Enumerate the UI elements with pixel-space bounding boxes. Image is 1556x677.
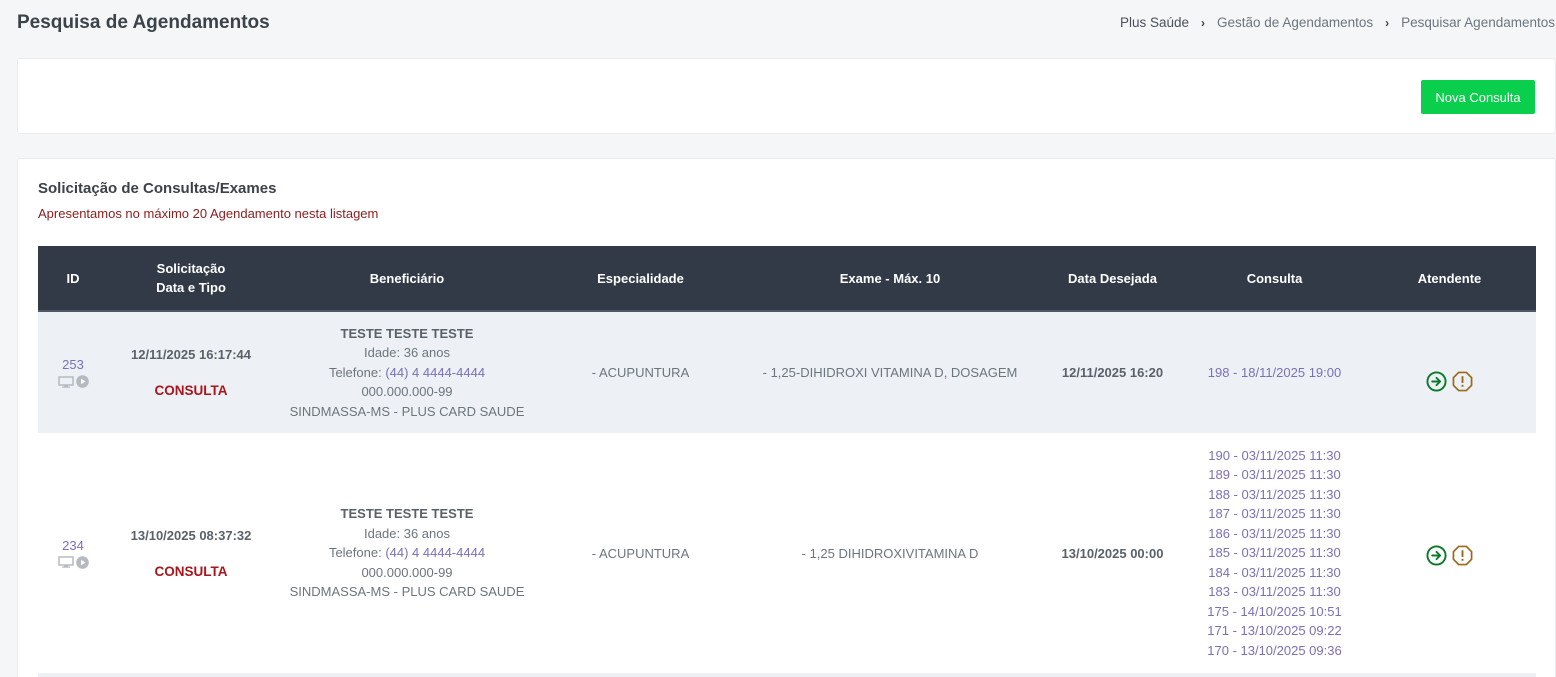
cell-exame: - 1,25 DIHIDROXIVITAMINA D: [801, 545, 979, 561]
results-card: Solicitação de Consultas/Exames Apresent…: [17, 158, 1556, 677]
monitor-icon[interactable]: [57, 375, 74, 388]
section-note: Apresentamos no máximo 20 Agendamento ne…: [38, 206, 379, 221]
chevron-right-icon: ›: [1201, 15, 1206, 30]
header-atendente: Atendente: [1417, 270, 1482, 286]
chevron-right-icon: ›: [1385, 15, 1390, 30]
header-beneficiario: Beneficiário: [369, 270, 445, 286]
cell-beneficiario: TESTE TESTE TESTE Idade: 36 anos Telefon…: [274, 504, 540, 602]
beneficiary-name: TESTE TESTE TESTE: [340, 325, 474, 341]
section-title: Solicitação de Consultas/Exames: [38, 180, 277, 197]
consulta-link[interactable]: 190 - 03/11/2025 11:30: [1208, 446, 1341, 466]
appointment-id-link[interactable]: 253: [38, 357, 108, 372]
request-type: CONSULTA: [154, 563, 228, 579]
consulta-link[interactable]: 189 - 03/11/2025 11:30: [1208, 465, 1341, 485]
consulta-link[interactable]: 186 - 03/11/2025 11:30: [1208, 524, 1341, 544]
consulta-link[interactable]: 187 - 03/11/2025 11:30: [1208, 504, 1341, 524]
id-icons: [38, 375, 108, 388]
beneficiary-document: 000.000.000-99: [361, 384, 453, 400]
new-consultation-button[interactable]: Nova Consulta: [1421, 80, 1535, 114]
request-date: 13/10/2025 08:37:32: [130, 527, 252, 543]
monitor-icon[interactable]: [57, 556, 74, 568]
cell-id: 253: [38, 357, 108, 388]
arrow-right-circle-icon[interactable]: [1426, 544, 1447, 566]
request-date: 12/11/2025 16:17:44: [131, 347, 251, 362]
consulta-link[interactable]: 175 - 14/10/2025 10:51: [1207, 602, 1341, 622]
alert-octagon-icon[interactable]: [1452, 545, 1473, 566]
beneficiary-age: Idade: 36 anos: [363, 345, 451, 361]
header-consulta: Consulta: [1246, 270, 1303, 286]
play-icon[interactable]: [75, 555, 89, 569]
consulta-link[interactable]: 184 - 03/11/2025 11:30: [1208, 563, 1341, 583]
cell-data-desejada: 12/11/2025 16:20: [1061, 365, 1164, 380]
breadcrumb-item-gestao[interactable]: Gestão de Agendamentos: [1217, 15, 1373, 30]
beneficiary-document: 000.000.000-99: [361, 564, 453, 580]
cell-atendente: [1363, 354, 1536, 392]
beneficiary-age: Idade: 36 anos: [363, 525, 451, 541]
cell-especialidade: - ACUPUNTURA: [591, 545, 690, 561]
phone-link[interactable]: (44) 4 4444-4444: [385, 545, 485, 560]
header-data-desejada: Data Desejada: [1068, 270, 1157, 286]
appointment-id-link[interactable]: 234: [38, 538, 108, 553]
header-solicitacao-line2: Data e Tipo: [156, 280, 226, 295]
consulta-list: 198 - 18/11/2025 19:00: [1186, 363, 1363, 383]
consulta-link[interactable]: 171 - 13/10/2025 09:22: [1207, 621, 1341, 641]
toolbar-card: Nova Consulta: [17, 58, 1556, 134]
phone-label: Telefone:: [328, 364, 386, 380]
phone-label: Telefone:: [328, 545, 386, 561]
table-header: ID Solicitação Data e Tipo Beneficiário …: [38, 246, 1536, 312]
consulta-link[interactable]: 183 - 03/11/2025 11:30: [1208, 582, 1341, 602]
request-type: CONSULTA: [154, 383, 228, 398]
arrow-right-circle-icon[interactable]: [1426, 370, 1447, 392]
breadcrumb-item-home[interactable]: Plus Saúde: [1120, 15, 1189, 30]
header-id: ID: [66, 270, 80, 286]
cell-solicitacao: 12/11/2025 16:17:44 CONSULTA: [108, 347, 274, 398]
consulta-link[interactable]: 188 - 03/11/2025 11:30: [1208, 485, 1341, 505]
beneficiary-plan: SINDMASSA-MS - PLUS CARD SAUDE: [289, 584, 525, 600]
cell-consulta: 190 - 03/11/2025 11:30 189 - 03/11/2025 …: [1186, 446, 1363, 661]
cell-consulta: 198 - 18/11/2025 19:00: [1186, 363, 1363, 383]
header-solicitacao-line1: Solicitação: [156, 261, 226, 276]
cell-exame: - 1,25-DIHIDROXI VITAMINA D, DOSAGEM: [762, 365, 1018, 380]
consulta-link[interactable]: 185 - 03/11/2025 11:30: [1208, 543, 1341, 563]
breadcrumb: Plus Saúde › Gestão de Agendamentos › Pe…: [1120, 15, 1555, 30]
cell-especialidade: - ACUPUNTURA: [591, 365, 690, 380]
consulta-list: 190 - 03/11/2025 11:30 189 - 03/11/2025 …: [1186, 446, 1363, 661]
cell-atendente: [1363, 541, 1536, 566]
beneficiary-plan: SINDMASSA-MS - PLUS CARD SAUDE: [289, 403, 525, 419]
beneficiary-phone-line: Telefone: (44) 4 4444-4444: [274, 543, 540, 563]
row-actions: [1363, 544, 1536, 566]
cell-solicitacao: 13/10/2025 08:37:32 CONSULTA: [108, 528, 274, 579]
page-title: Pesquisa de Agendamentos: [17, 12, 270, 33]
table-row-partial: [38, 673, 1536, 677]
cell-beneficiario: TESTE TESTE TESTE Idade: 36 anos Telefon…: [274, 324, 540, 422]
cell-data-desejada: 13/10/2025 00:00: [1061, 545, 1164, 561]
consulta-link[interactable]: 170 - 13/10/2025 09:36: [1207, 641, 1341, 661]
row-actions: [1363, 370, 1536, 392]
cell-id: 234: [38, 538, 108, 569]
phone-link[interactable]: (44) 4 4444-4444: [385, 365, 485, 380]
play-icon[interactable]: [75, 375, 89, 388]
page-header: Pesquisa de Agendamentos Plus Saúde › Ge…: [0, 0, 1556, 48]
alert-octagon-icon[interactable]: [1452, 371, 1473, 392]
appointments-table: ID Solicitação Data e Tipo Beneficiário …: [38, 246, 1536, 677]
id-icons: [38, 555, 108, 569]
table-row: 253 12/11/2025 16:17:44 CONSULTA TESTE T…: [38, 312, 1536, 433]
table-row: 234 13/10/2025 08:37:32 CONSULTA TESTE T…: [38, 433, 1536, 673]
header-exame: Exame - Máx. 10: [839, 270, 941, 286]
header-especialidade: Especialidade: [597, 270, 684, 286]
beneficiary-name: TESTE TESTE TESTE: [340, 506, 474, 522]
beneficiary-phone-line: Telefone: (44) 4 4444-4444: [274, 363, 540, 383]
breadcrumb-item-current: Pesquisar Agendamentos: [1401, 15, 1555, 30]
consulta-link[interactable]: 198 - 18/11/2025 19:00: [1208, 363, 1342, 383]
header-solicitacao: Solicitação Data e Tipo: [108, 259, 274, 297]
